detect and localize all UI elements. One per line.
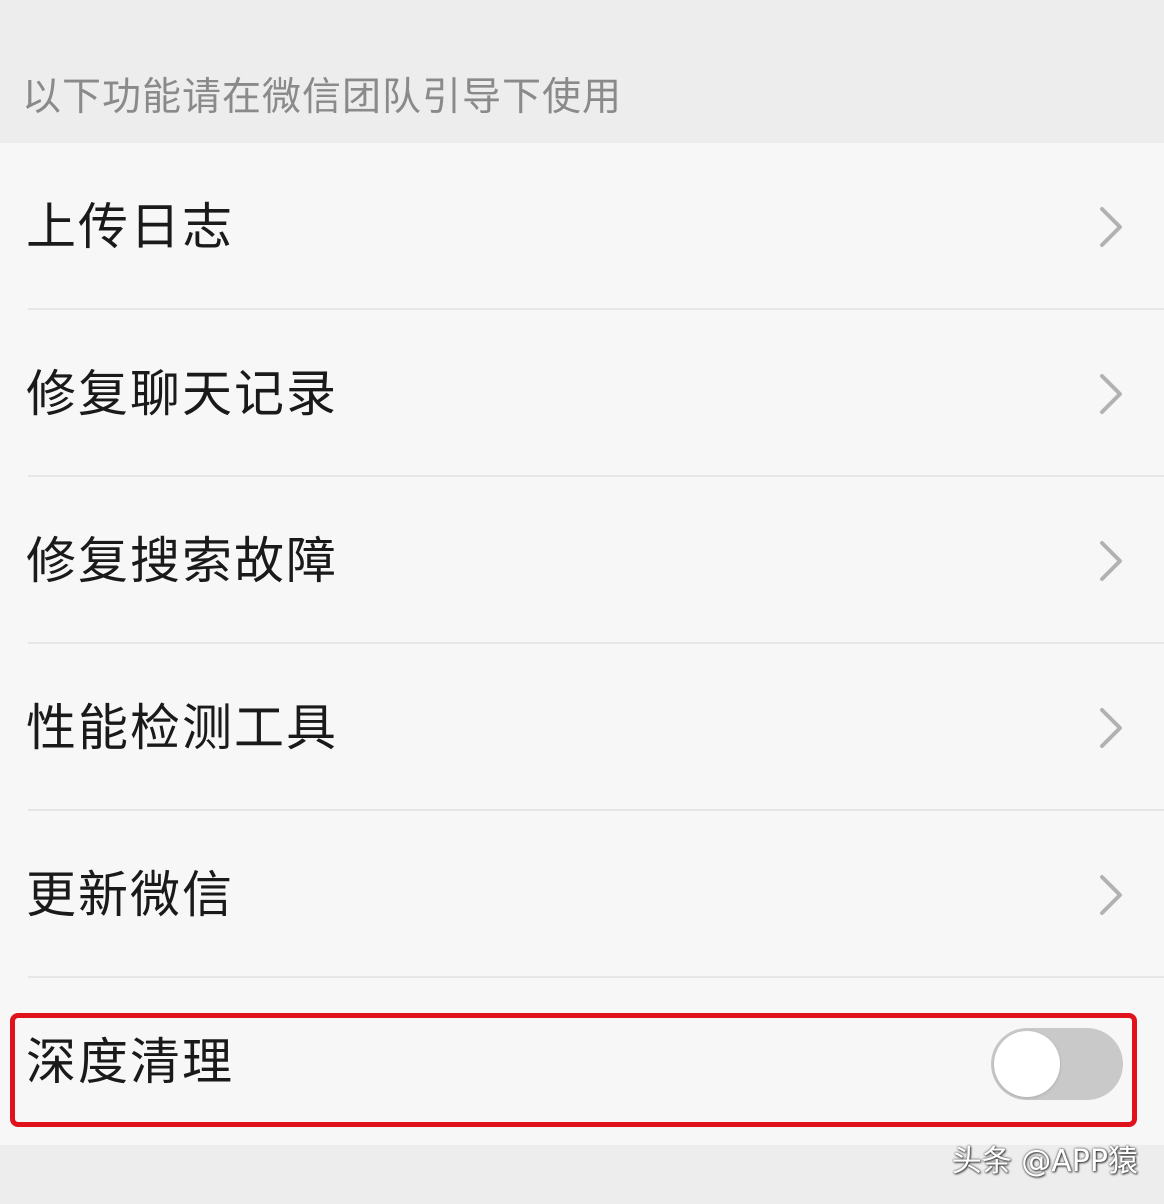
- list-item-repair-chat-history[interactable]: 修复聊天记录: [0, 310, 1164, 477]
- list-item-deep-clean: 深度清理: [0, 978, 1164, 1145]
- list-item-label: 深度清理: [26, 1032, 234, 1091]
- chevron-right-icon: [1100, 540, 1122, 581]
- list-item-label: 性能检测工具: [26, 698, 338, 757]
- list-item-upload-log[interactable]: 上传日志: [0, 143, 1164, 310]
- list-item-label: 修复搜索故障: [26, 531, 338, 590]
- settings-list: 上传日志 修复聊天记录 修复搜索故障 性能检测工具 更新微信 深度清理: [0, 143, 1164, 1145]
- toggle-knob: [994, 1031, 1060, 1097]
- list-item-repair-search[interactable]: 修复搜索故障: [0, 477, 1164, 644]
- chevron-right-icon: [1100, 707, 1122, 748]
- section-header: 以下功能请在微信团队引导下使用: [0, 0, 1164, 143]
- watermark: 头条 @APP猿: [951, 1144, 1138, 1179]
- chevron-right-icon: [1100, 206, 1122, 247]
- list-item-label: 更新微信: [26, 865, 234, 924]
- list-item-label: 修复聊天记录: [26, 364, 338, 423]
- chevron-right-icon: [1100, 874, 1122, 915]
- list-item-update-wechat[interactable]: 更新微信: [0, 811, 1164, 978]
- list-item-label: 上传日志: [26, 197, 234, 256]
- deep-clean-toggle[interactable]: [991, 1028, 1123, 1100]
- list-item-performance-tool[interactable]: 性能检测工具: [0, 644, 1164, 811]
- chevron-right-icon: [1100, 373, 1122, 414]
- section-header-text: 以下功能请在微信团队引导下使用: [22, 75, 623, 120]
